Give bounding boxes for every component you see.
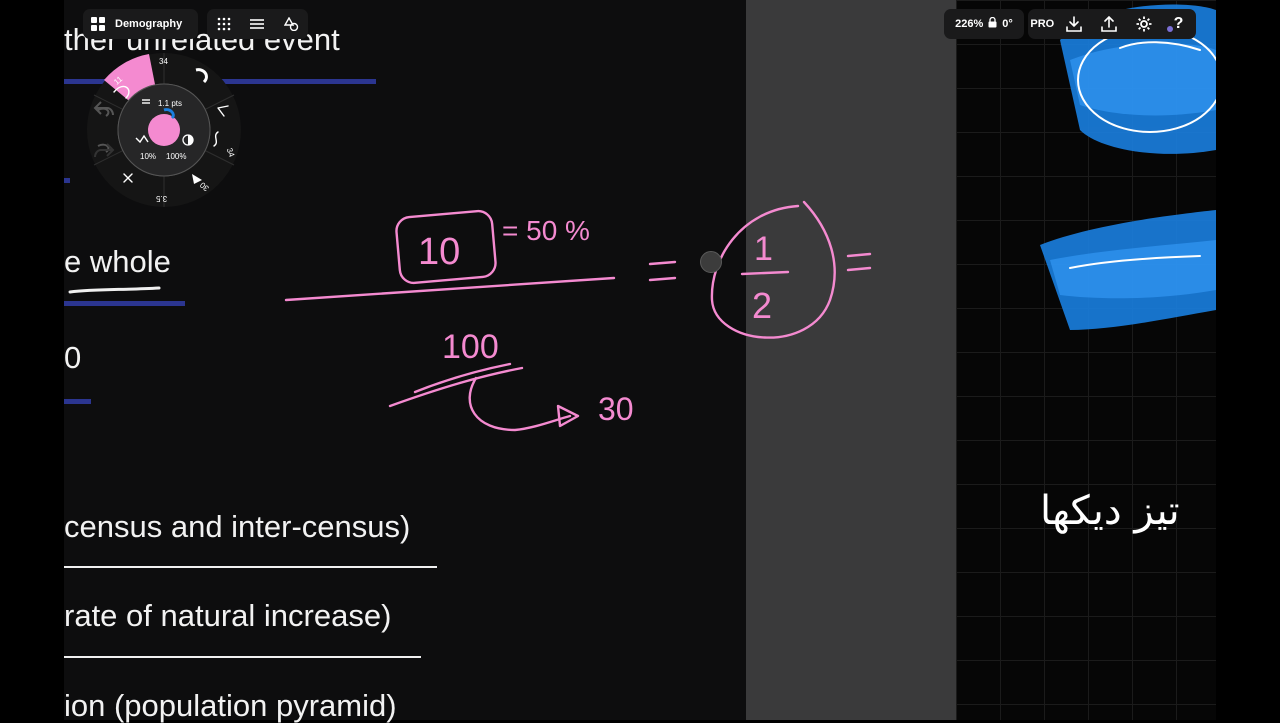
document-toolbar: Demography	[83, 9, 198, 39]
status-dot	[1166, 26, 1173, 32]
ink-percent: = 50 %	[502, 215, 590, 246]
action-toolbar: PRO ?	[1028, 9, 1196, 39]
blue-underline	[64, 399, 91, 404]
help-icon[interactable]: ?	[1164, 9, 1194, 39]
pro-badge[interactable]: PRO	[1030, 18, 1054, 30]
layers-icon[interactable]	[242, 9, 272, 39]
note-line-2: e whole	[64, 244, 171, 279]
shapes-icon[interactable]	[276, 9, 306, 39]
blue-underline	[64, 301, 185, 306]
ink-boxed-number: 10	[418, 231, 460, 273]
dots-grid-icon[interactable]	[209, 9, 239, 39]
lock-icon[interactable]	[988, 15, 997, 33]
ink-side-value: 30	[598, 391, 634, 427]
blue-underline	[64, 178, 70, 183]
ink-fraction-denominator: 2	[752, 285, 772, 326]
download-icon[interactable]	[1059, 9, 1089, 39]
blue-highlight-strokes	[1040, 4, 1216, 330]
note-line-4: census and inter-census)	[64, 509, 411, 544]
document-title[interactable]: Demography	[113, 18, 190, 30]
note-line-3: 0	[64, 340, 82, 375]
rotation-angle[interactable]: 0°	[1002, 18, 1013, 30]
share-icon[interactable]	[1094, 9, 1124, 39]
handwritten-math: 10 = 50 % 100 30 1 2	[284, 200, 872, 432]
white-underline	[64, 656, 421, 658]
white-underline	[64, 566, 437, 568]
note-line-6: ion (population pyramid)	[64, 688, 397, 723]
brush-wheel[interactable]: 34 34 30 3.5 11 1.1 pts 10% 100%	[84, 50, 244, 210]
grid-2x2-icon[interactable]	[83, 9, 113, 39]
zoom-level[interactable]: 226%	[955, 18, 983, 30]
redo-icon[interactable]	[93, 142, 115, 158]
brush-size-label[interactable]: 1.1 pts	[158, 99, 182, 108]
note-line-5: rate of natural increase)	[64, 598, 392, 633]
opacity-value[interactable]: 10%	[140, 152, 156, 161]
handwritten-script: تیز دیکها	[1040, 488, 1180, 534]
preset-size-top[interactable]: 34	[159, 57, 168, 66]
gear-icon[interactable]	[1129, 9, 1159, 39]
flow-value[interactable]: 100%	[166, 152, 186, 161]
ink-scribble	[68, 286, 161, 294]
pointer-dot	[700, 251, 722, 273]
tools-toolbar	[207, 9, 308, 39]
view-status-toolbar: 226% 0°	[944, 9, 1024, 39]
ink-fraction-numerator: 1	[754, 230, 773, 268]
undo-icon[interactable]	[93, 100, 115, 116]
ink-denominator: 100	[442, 328, 499, 366]
preset-size-bottom[interactable]: 3.5	[156, 194, 167, 203]
